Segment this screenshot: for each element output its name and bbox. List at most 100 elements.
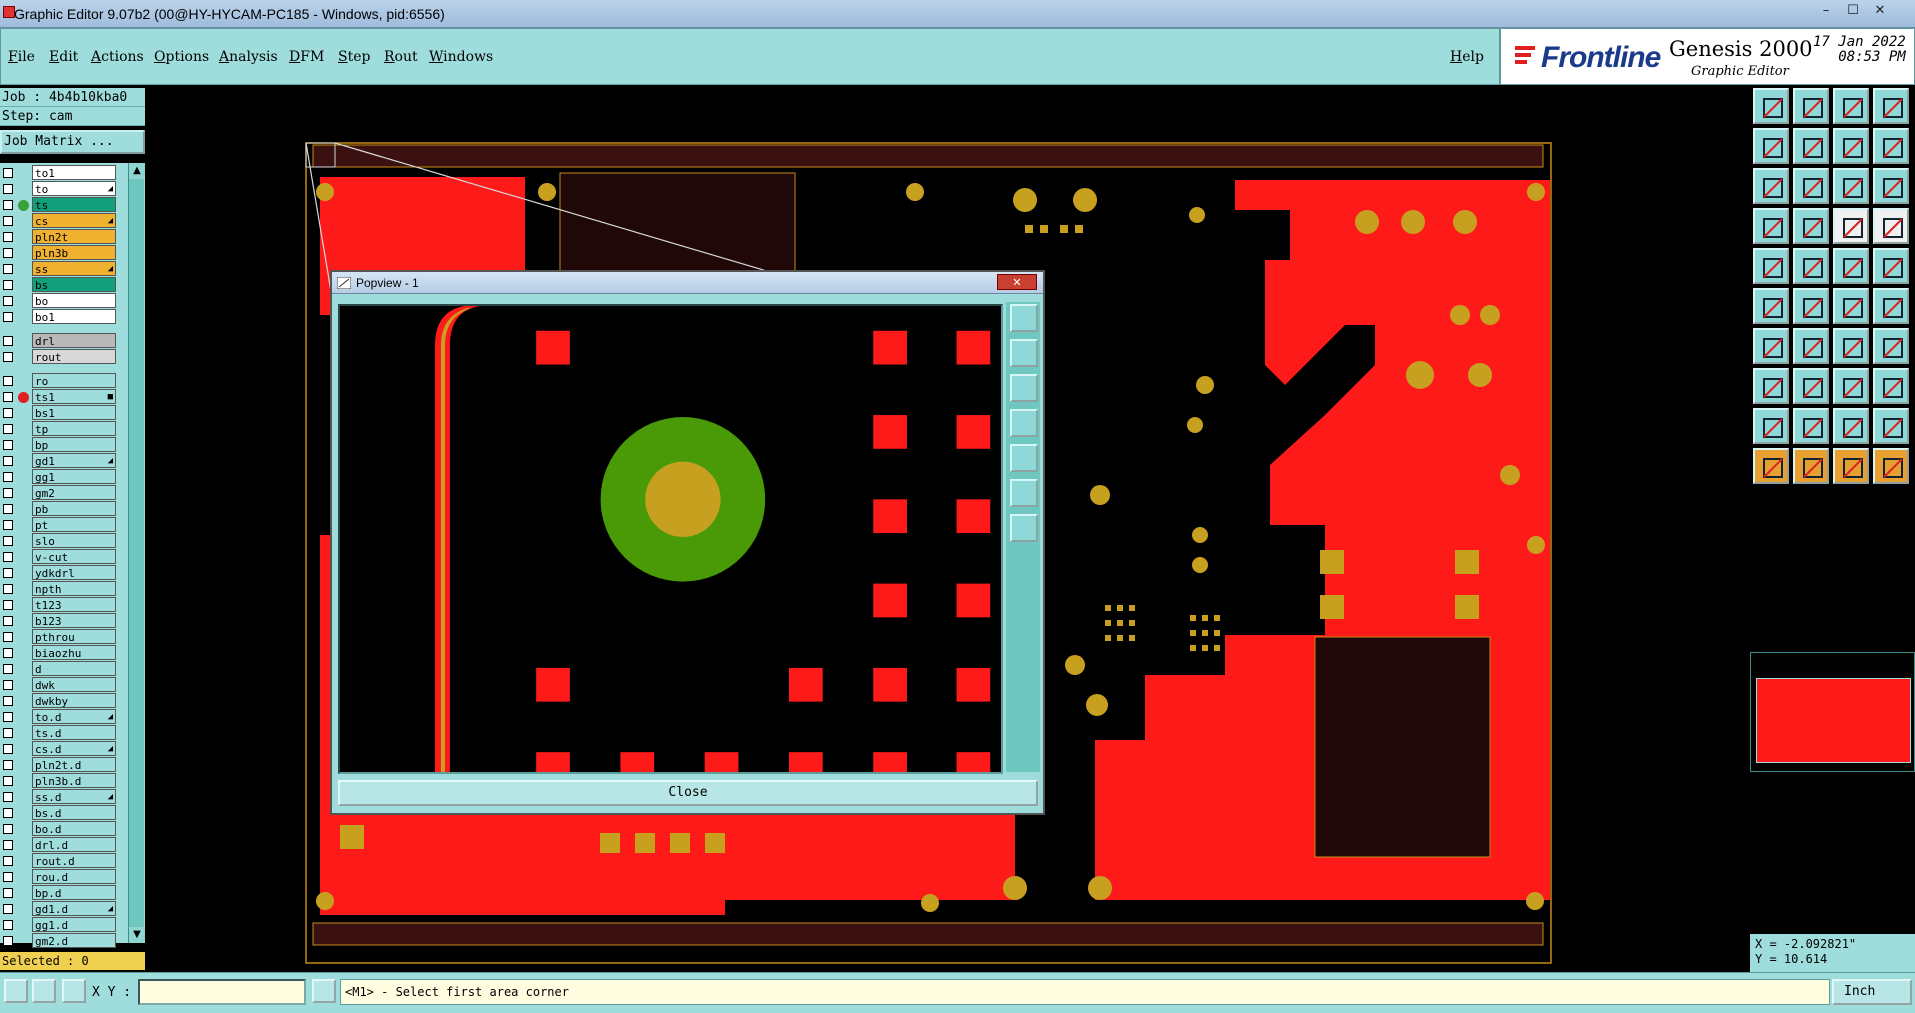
menu-options[interactable]: Options bbox=[154, 49, 209, 65]
layer-row[interactable]: pln2t.d bbox=[0, 757, 118, 773]
layer-name[interactable]: bo.d bbox=[32, 821, 116, 836]
a-icon[interactable] bbox=[1793, 408, 1829, 444]
layer-name[interactable]: npth bbox=[32, 581, 116, 596]
layer-name[interactable]: gg1.d bbox=[32, 917, 116, 932]
layer-checkbox[interactable] bbox=[3, 696, 13, 706]
layer-name[interactable]: gm2 bbox=[32, 485, 116, 500]
layer-checkbox[interactable] bbox=[3, 920, 13, 930]
layer-name[interactable]: to.d ◢ bbox=[32, 709, 116, 724]
layer-checkbox[interactable] bbox=[3, 352, 13, 362]
panel-icon[interactable] bbox=[1873, 88, 1909, 124]
layer-name[interactable]: b123 bbox=[32, 613, 116, 628]
layer-checkbox[interactable] bbox=[3, 536, 13, 546]
zoom-fit-icon[interactable] bbox=[1753, 168, 1789, 204]
edit-line-icon[interactable] bbox=[1753, 328, 1789, 364]
grid-icon[interactable] bbox=[1793, 208, 1829, 244]
layer-row[interactable]: dwk bbox=[0, 677, 118, 693]
layer-row[interactable]: ydkdrl bbox=[0, 565, 118, 581]
layer-row[interactable]: ss.d ◢ bbox=[0, 789, 118, 805]
cross-icon[interactable] bbox=[1793, 288, 1829, 324]
layer-name[interactable]: pln3b bbox=[32, 245, 116, 260]
popview-close-x[interactable]: ✕ bbox=[997, 274, 1037, 290]
layer-checkbox[interactable] bbox=[3, 840, 13, 850]
layer-checkbox[interactable] bbox=[3, 712, 13, 722]
layer-checkbox[interactable] bbox=[3, 888, 13, 898]
layer-row[interactable]: bo1 bbox=[0, 309, 118, 325]
layer-row[interactable]: rout.d bbox=[0, 853, 118, 869]
snap2-icon[interactable] bbox=[1873, 208, 1909, 244]
copy-icon[interactable] bbox=[1753, 368, 1789, 404]
layer-checkbox[interactable] bbox=[3, 264, 13, 274]
cut-icon[interactable] bbox=[1793, 328, 1829, 364]
layer-name[interactable]: ss.d ◢ bbox=[32, 789, 116, 804]
layer-row[interactable]: pb bbox=[0, 501, 118, 517]
layer-name[interactable]: ydkdrl bbox=[32, 565, 116, 580]
layer-checkbox[interactable] bbox=[3, 680, 13, 690]
layer-row[interactable]: tp bbox=[0, 421, 118, 437]
layer-row[interactable]: rout bbox=[0, 349, 118, 365]
layer-checkbox[interactable] bbox=[3, 200, 13, 210]
layer-name[interactable]: bp.d bbox=[32, 885, 116, 900]
layer-row[interactable]: bs.d bbox=[0, 805, 118, 821]
save-icon[interactable] bbox=[1793, 88, 1829, 124]
layer-row[interactable]: to1 bbox=[0, 165, 118, 181]
query-icon[interactable] bbox=[1873, 168, 1909, 204]
layer-name[interactable]: dwk bbox=[32, 677, 116, 692]
feature-icon[interactable] bbox=[1873, 328, 1909, 364]
menu-edit[interactable]: Edit bbox=[49, 49, 78, 65]
triangle-icon[interactable] bbox=[1753, 408, 1789, 444]
step-icon[interactable] bbox=[1833, 128, 1869, 164]
scroll-up-arrow[interactable]: ▲ bbox=[129, 163, 145, 179]
layer-checkbox[interactable] bbox=[3, 336, 13, 346]
layer-checkbox[interactable] bbox=[3, 424, 13, 434]
pointer4-icon[interactable] bbox=[1873, 448, 1909, 484]
maximize-button[interactable]: ☐ bbox=[1842, 2, 1864, 20]
layer-checkbox[interactable] bbox=[3, 632, 13, 642]
layer-name[interactable]: gd1 ◢ bbox=[32, 453, 116, 468]
home-icon[interactable] bbox=[1833, 88, 1869, 124]
layer-name[interactable]: pt bbox=[32, 517, 116, 532]
layer-name[interactable]: ts bbox=[32, 197, 116, 212]
layer-checkbox[interactable] bbox=[3, 600, 13, 610]
layer-checkbox[interactable] bbox=[3, 664, 13, 674]
layer-row[interactable]: pln3b bbox=[0, 245, 118, 261]
pointer-icon[interactable] bbox=[1753, 448, 1789, 484]
layer-row[interactable]: d bbox=[0, 661, 118, 677]
layer-checkbox[interactable] bbox=[3, 616, 13, 626]
unit-selector[interactable]: Inch bbox=[1832, 979, 1912, 1005]
layer-row[interactable]: ts1 ■ bbox=[0, 389, 118, 405]
job-matrix-button[interactable]: Job Matrix ... bbox=[0, 130, 145, 154]
layer-checkbox[interactable] bbox=[3, 232, 13, 242]
center-icon[interactable] bbox=[1793, 168, 1829, 204]
close-window-button[interactable]: ✕ bbox=[1869, 2, 1891, 20]
layer-checkbox[interactable] bbox=[3, 296, 13, 306]
layer-checkbox[interactable] bbox=[3, 872, 13, 882]
layer-checkbox[interactable] bbox=[3, 808, 13, 818]
layer-checkbox[interactable] bbox=[3, 728, 13, 738]
layer-row[interactable]: bo bbox=[0, 293, 118, 309]
layer-row[interactable]: dwkby bbox=[0, 693, 118, 709]
overview-panel[interactable] bbox=[1750, 652, 1915, 772]
layer-checkbox[interactable] bbox=[3, 936, 13, 946]
open-icon[interactable] bbox=[1753, 88, 1789, 124]
popview-up-icon[interactable] bbox=[1010, 339, 1038, 367]
layer-row[interactable]: ss ◢ bbox=[0, 261, 118, 277]
layer-row[interactable]: cs ◢ bbox=[0, 213, 118, 229]
popview-left-icon[interactable] bbox=[1010, 409, 1038, 437]
menu-help[interactable]: Help bbox=[1450, 49, 1484, 65]
layer-row[interactable]: gd1.d ◢ bbox=[0, 901, 118, 917]
layer-row[interactable]: drl.d bbox=[0, 837, 118, 853]
input-toggle-icon[interactable] bbox=[312, 979, 336, 1003]
menu-windows[interactable]: Windows bbox=[429, 49, 493, 65]
route-icon[interactable] bbox=[1873, 128, 1909, 164]
layer-name[interactable]: d bbox=[32, 661, 116, 676]
layer-checkbox[interactable] bbox=[3, 552, 13, 562]
layer-row[interactable]: gg1 bbox=[0, 469, 118, 485]
xy-input[interactable] bbox=[138, 979, 306, 1005]
layer-row[interactable]: pt bbox=[0, 517, 118, 533]
layer-name[interactable]: pln2t.d bbox=[32, 757, 116, 772]
layer-name[interactable]: bs1 bbox=[32, 405, 116, 420]
layer-name[interactable]: rou.d bbox=[32, 869, 116, 884]
layer-row[interactable]: bp bbox=[0, 437, 118, 453]
layer-row[interactable]: npth bbox=[0, 581, 118, 597]
